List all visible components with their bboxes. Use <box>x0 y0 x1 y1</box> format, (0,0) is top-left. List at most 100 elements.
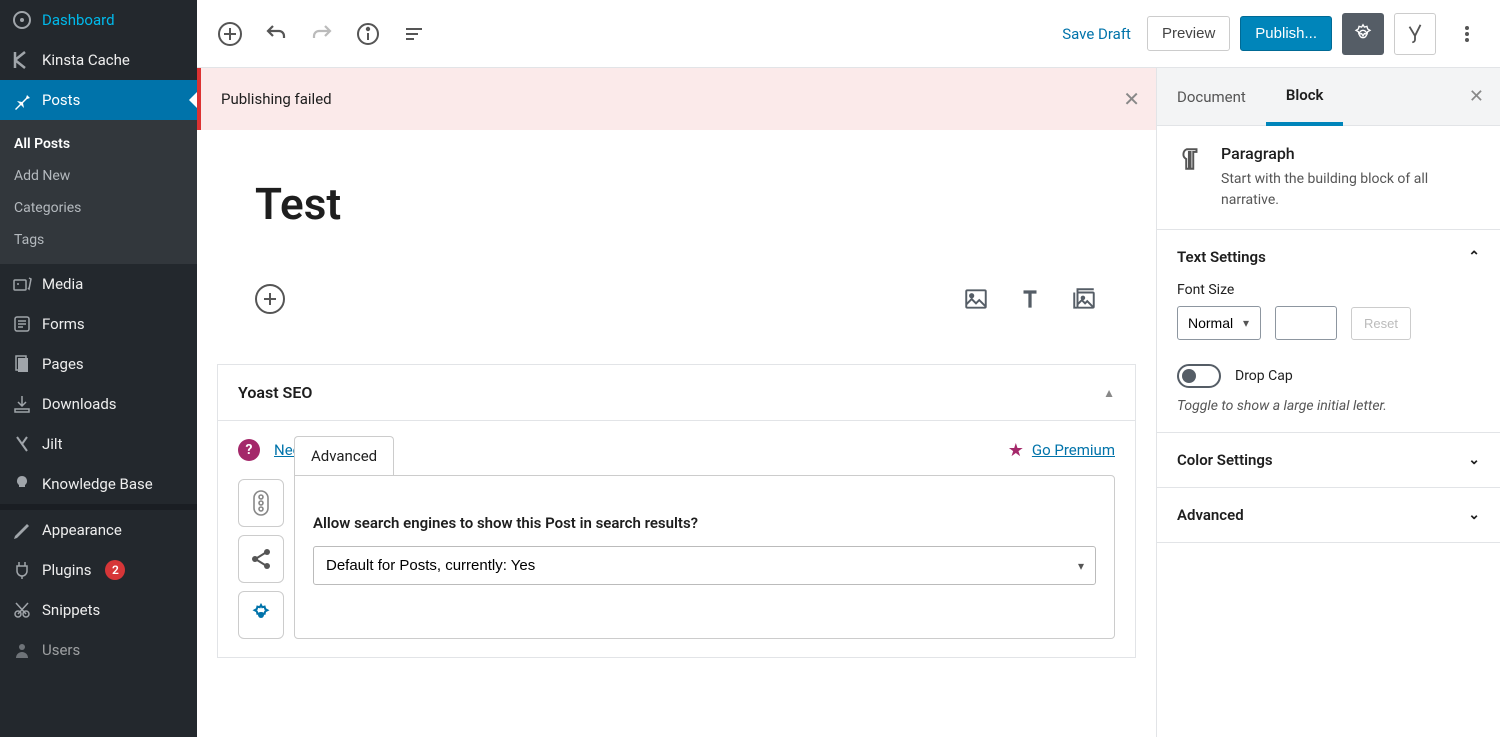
downloads-icon <box>12 394 32 414</box>
sidebar-item-kinsta[interactable]: Kinsta Cache <box>0 40 197 80</box>
sidebar-item-label: Plugins <box>42 561 91 579</box>
chevron-up-icon: ⌃ <box>1468 249 1480 265</box>
paragraph-icon <box>1177 146 1203 172</box>
gallery-block-icon[interactable] <box>1070 285 1098 313</box>
add-block-inline-button[interactable] <box>255 284 285 314</box>
appearance-icon <box>12 520 32 540</box>
sidebar-item-snippets[interactable]: Snippets <box>0 590 197 630</box>
editor-topbar: Save Draft Preview Publish... <box>197 0 1500 68</box>
submenu-all-posts[interactable]: All Posts <box>0 128 197 160</box>
block-name: Paragraph <box>1221 144 1480 163</box>
plugins-icon <box>12 560 32 580</box>
admin-sidebar: Dashboard Kinsta Cache Posts All Posts A… <box>0 0 197 737</box>
yoast-tab-advanced[interactable] <box>238 591 284 639</box>
yoast-title: Yoast SEO <box>238 383 312 402</box>
drop-cap-toggle[interactable] <box>1177 364 1221 388</box>
sidebar-item-pages[interactable]: Pages <box>0 344 197 384</box>
block-appender <box>255 260 1098 344</box>
text-settings-toggle[interactable]: Text Settings ⌃ <box>1177 248 1480 266</box>
sidebar-item-appearance[interactable]: Appearance <box>0 510 197 550</box>
heading-block-icon[interactable] <box>1016 285 1044 313</box>
block-nav-button[interactable] <box>393 13 435 55</box>
sidebar-item-downloads[interactable]: Downloads <box>0 384 197 424</box>
sidebar-item-media[interactable]: Media <box>0 264 197 304</box>
sidebar-item-label: Forms <box>42 315 85 333</box>
sidebar-item-label: Downloads <box>42 395 117 413</box>
star-icon: ★ <box>1008 440 1024 461</box>
search-engine-select[interactable]: Default for Posts, currently: Yes <box>313 546 1096 585</box>
undo-button[interactable] <box>255 13 297 55</box>
sidebar-item-label: Users <box>42 641 80 659</box>
image-block-icon[interactable] <box>962 285 990 313</box>
close-panel-button[interactable]: ✕ <box>1453 86 1500 107</box>
sidebar-item-kb[interactable]: Knowledge Base <box>0 464 197 504</box>
tab-document[interactable]: Document <box>1157 70 1266 124</box>
sidebar-item-label: Posts <box>42 91 80 109</box>
media-icon <box>12 274 32 294</box>
yoast-toggle-button[interactable] <box>1394 13 1436 55</box>
yoast-advanced-tab-label[interactable]: Advanced <box>294 436 394 475</box>
yoast-metabox: Yoast SEO ▲ ? Need help? ⌄ ★ Go Premium <box>217 364 1136 658</box>
sidebar-item-label: Knowledge Base <box>42 475 153 493</box>
error-notice: Publishing failed ✕ <box>197 68 1156 130</box>
sidebar-item-jilt[interactable]: Jilt <box>0 424 197 464</box>
plugin-update-badge: 2 <box>105 560 125 580</box>
sidebar-item-label: Kinsta Cache <box>42 51 130 69</box>
submenu-add-new[interactable]: Add New <box>0 160 197 192</box>
more-menu-button[interactable] <box>1446 13 1488 55</box>
submenu-categories[interactable]: Categories <box>0 192 197 224</box>
yoast-tab-readability[interactable] <box>238 479 284 527</box>
post-title[interactable]: Test <box>255 178 1098 230</box>
forms-icon <box>12 314 32 334</box>
advanced-section: Advanced ⌄ <box>1157 488 1500 543</box>
drop-cap-label: Drop Cap <box>1235 368 1293 384</box>
redo-button[interactable] <box>301 13 343 55</box>
panel-tabs: Document Block ✕ <box>1157 68 1500 126</box>
yoast-tab-social[interactable] <box>238 535 284 583</box>
font-size-select[interactable]: Normal <box>1177 306 1261 340</box>
sidebar-item-posts[interactable]: Posts <box>0 80 197 120</box>
go-premium-link[interactable]: Go Premium <box>1032 441 1115 459</box>
dismiss-error-button[interactable]: ✕ <box>1123 87 1140 111</box>
search-engine-question: Allow search engines to show this Post i… <box>313 514 1096 532</box>
kinsta-icon <box>12 50 32 70</box>
collapse-icon: ▲ <box>1103 386 1115 400</box>
main-area: Save Draft Preview Publish... Publishing… <box>197 0 1500 737</box>
lightbulb-icon <box>12 474 32 494</box>
yoast-toggle-header[interactable]: Yoast SEO ▲ <box>218 365 1135 421</box>
advanced-toggle[interactable]: Advanced ⌄ <box>1177 506 1480 524</box>
settings-button[interactable] <box>1342 13 1384 55</box>
chevron-down-icon: ⌄ <box>1468 507 1480 523</box>
font-size-reset-button[interactable]: Reset <box>1351 307 1411 340</box>
pages-icon <box>12 354 32 374</box>
sidebar-item-label: Media <box>42 275 83 293</box>
snippets-icon <box>12 600 32 620</box>
color-settings-toggle[interactable]: Color Settings ⌄ <box>1177 451 1480 469</box>
submenu-tags[interactable]: Tags <box>0 224 197 256</box>
text-settings-section: Text Settings ⌃ Font Size Normal <box>1157 230 1500 433</box>
sidebar-item-label: Jilt <box>42 435 62 453</box>
sidebar-item-forms[interactable]: Forms <box>0 304 197 344</box>
content-info-button[interactable] <box>347 13 389 55</box>
editor-column: Publishing failed ✕ Test <box>197 68 1156 737</box>
tab-block[interactable]: Block <box>1266 68 1344 126</box>
sidebar-item-users[interactable]: Users <box>0 630 197 670</box>
publish-button[interactable]: Publish... <box>1240 16 1332 51</box>
help-icon: ? <box>238 439 260 461</box>
add-block-button[interactable] <box>209 13 251 55</box>
sidebar-item-label: Dashboard <box>42 11 115 29</box>
jilt-icon <box>12 434 32 454</box>
save-draft-button[interactable]: Save Draft <box>1056 17 1137 51</box>
preview-button[interactable]: Preview <box>1147 16 1230 51</box>
sidebar-item-dashboard[interactable]: Dashboard <box>0 0 197 40</box>
block-description: Start with the building block of all nar… <box>1221 169 1480 211</box>
sidebar-item-plugins[interactable]: Plugins 2 <box>0 550 197 590</box>
dashboard-icon <box>12 10 32 30</box>
sidebar-item-label: Pages <box>42 355 84 373</box>
sidebar-item-label: Appearance <box>42 521 122 539</box>
font-size-input[interactable] <box>1275 306 1337 340</box>
color-settings-section: Color Settings ⌄ <box>1157 433 1500 488</box>
sidebar-item-label: Snippets <box>42 601 100 619</box>
block-info-section: Paragraph Start with the building block … <box>1157 126 1500 230</box>
settings-panel: Document Block ✕ Paragraph Start with th… <box>1156 68 1500 737</box>
